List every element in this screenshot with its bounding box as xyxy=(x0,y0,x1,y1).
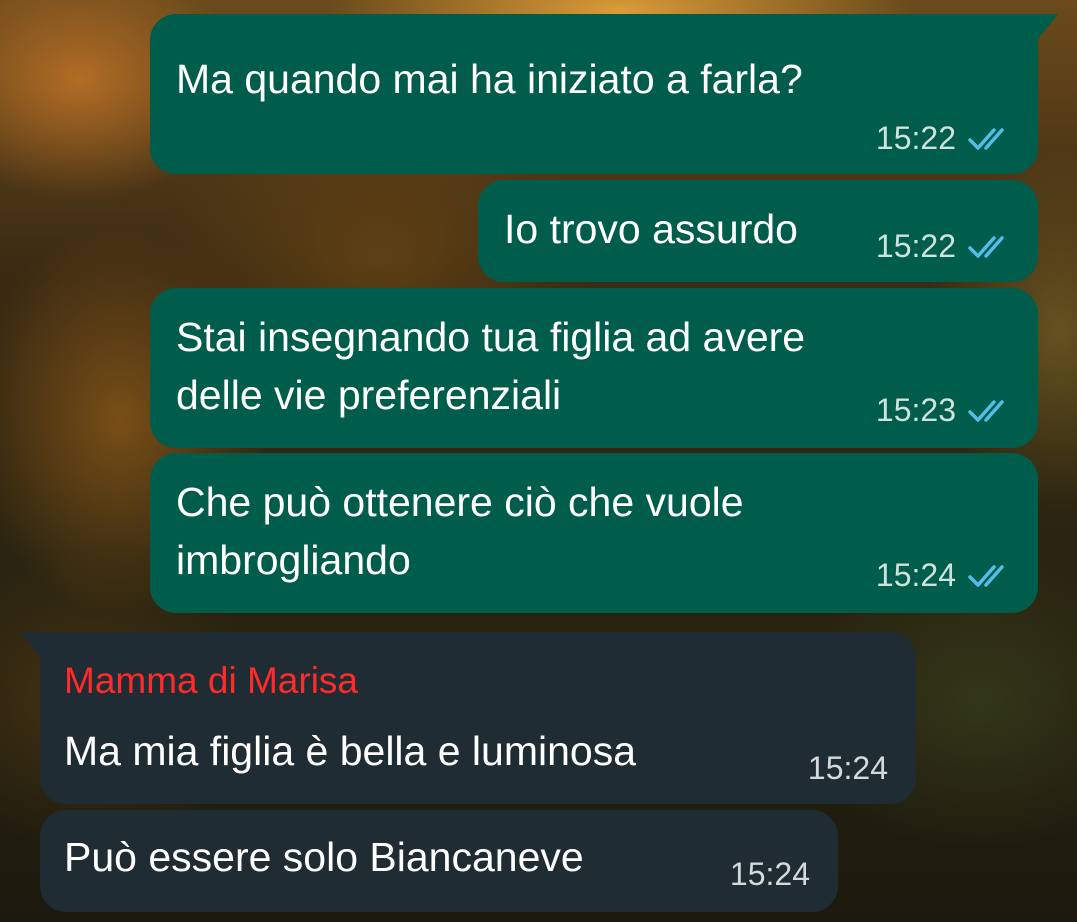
message-meta: 15:22 xyxy=(876,120,1012,157)
chat-screen: { "messages": [ {"text": "Ma quando mai … xyxy=(0,0,1077,922)
message-bubble-incoming[interactable]: Mamma di Marisa Ma mia figlia è bella e … xyxy=(20,632,916,804)
double-check-icon xyxy=(968,235,1004,258)
message-time: 15:23 xyxy=(875,392,956,428)
message-text-line-1: Stai insegnando tua figlia ad avere xyxy=(176,314,806,360)
message-bubble-incoming[interactable]: Può essere solo Biancaneve 15:24 xyxy=(40,810,838,912)
message-time: 15:24 xyxy=(729,856,810,892)
double-check-icon xyxy=(968,127,1004,150)
bubble-tail xyxy=(20,632,44,662)
message-meta: 15:24 xyxy=(876,557,1012,594)
message-text-line-1: Che può ottenere ciò che vuole xyxy=(176,479,744,525)
message-bubble-outgoing[interactable]: Io trovo assurdo 15:22 xyxy=(478,180,1038,282)
message-text: Può essere solo Biancaneve xyxy=(64,834,584,880)
bubble-tail xyxy=(1034,14,1058,44)
message-meta: 15:24 xyxy=(808,750,888,787)
message-text: Ma quando mai ha iniziato a farla? xyxy=(176,56,803,102)
message-time: 15:22 xyxy=(875,228,956,264)
message-text: Ma mia figlia è bella e luminosa xyxy=(64,728,636,774)
message-time: 15:24 xyxy=(875,557,956,593)
double-check-icon xyxy=(968,564,1004,587)
message-bubble-outgoing[interactable]: Stai insegnando tua figlia ad avere dell… xyxy=(150,288,1038,448)
double-check-icon xyxy=(968,399,1004,422)
message-meta: 15:24 xyxy=(730,856,810,893)
message-text: Io trovo assurdo xyxy=(504,206,798,252)
sender-name[interactable]: Mamma di Marisa xyxy=(64,660,358,702)
message-meta: 15:23 xyxy=(876,392,1012,429)
message-meta: 15:22 xyxy=(876,228,1012,265)
message-time: 15:22 xyxy=(875,120,956,156)
message-bubble-outgoing[interactable]: Ma quando mai ha iniziato a farla? 15:22 xyxy=(150,14,1058,174)
message-text-line-2: imbrogliando xyxy=(176,537,411,583)
message-bubble-outgoing[interactable]: Che può ottenere ciò che vuole imbroglia… xyxy=(150,453,1038,613)
message-text-line-2: delle vie preferenziali xyxy=(176,372,562,418)
message-time: 15:24 xyxy=(807,750,888,786)
